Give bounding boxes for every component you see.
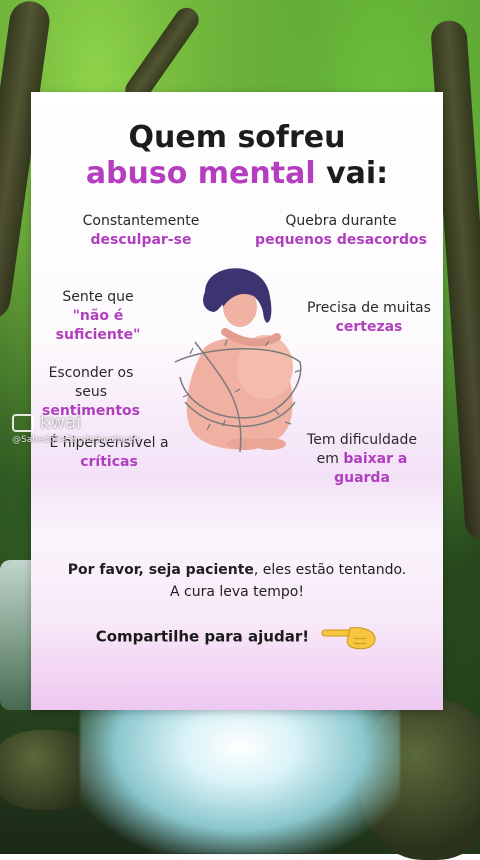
- patience-message: Por favor, seja paciente, eles estão ten…: [67, 562, 407, 578]
- symptom-breaks-down: Quebra durante pequenos desacordos: [255, 213, 427, 248]
- symptom-guard-down: Tem dificuldade em baixar a guarda: [307, 432, 417, 486]
- kwai-watermark: kwai @SabedoriaSaudeSaudaveis: [12, 412, 141, 445]
- kwai-logo-icon: [12, 413, 34, 432]
- card-title-line1: Quem sofreu: [128, 120, 346, 155]
- share-label: Compartilhe para ajudar!: [95, 627, 310, 646]
- title-highlight: abuso mental: [85, 156, 316, 191]
- waterfall-bottom: [80, 700, 400, 854]
- title-suffix: vai:: [315, 156, 389, 191]
- watermark-handle: @SabedoriaSaudeSaudaveis: [12, 435, 141, 445]
- crouching-woman-illustration: [174, 268, 302, 453]
- card-title-line2: abuso mental vai:: [31, 156, 443, 192]
- pointing-hand-icon: [321, 627, 376, 650]
- symptom-needs-certainty: Precisa de muitas certezas: [307, 300, 431, 335]
- info-card: Quem sofreu abuso mental vai: Constantem…: [31, 92, 443, 710]
- watermark-brand: kwai: [40, 412, 82, 433]
- symptom-not-enough: Sente que "não é suficiente": [55, 289, 141, 343]
- symptom-apologize: Constantemente desculpar-se: [82, 213, 200, 248]
- share-prompt: Compartilhe para ajudar!: [31, 622, 443, 652]
- healing-message: A cura leva tempo!: [169, 584, 304, 600]
